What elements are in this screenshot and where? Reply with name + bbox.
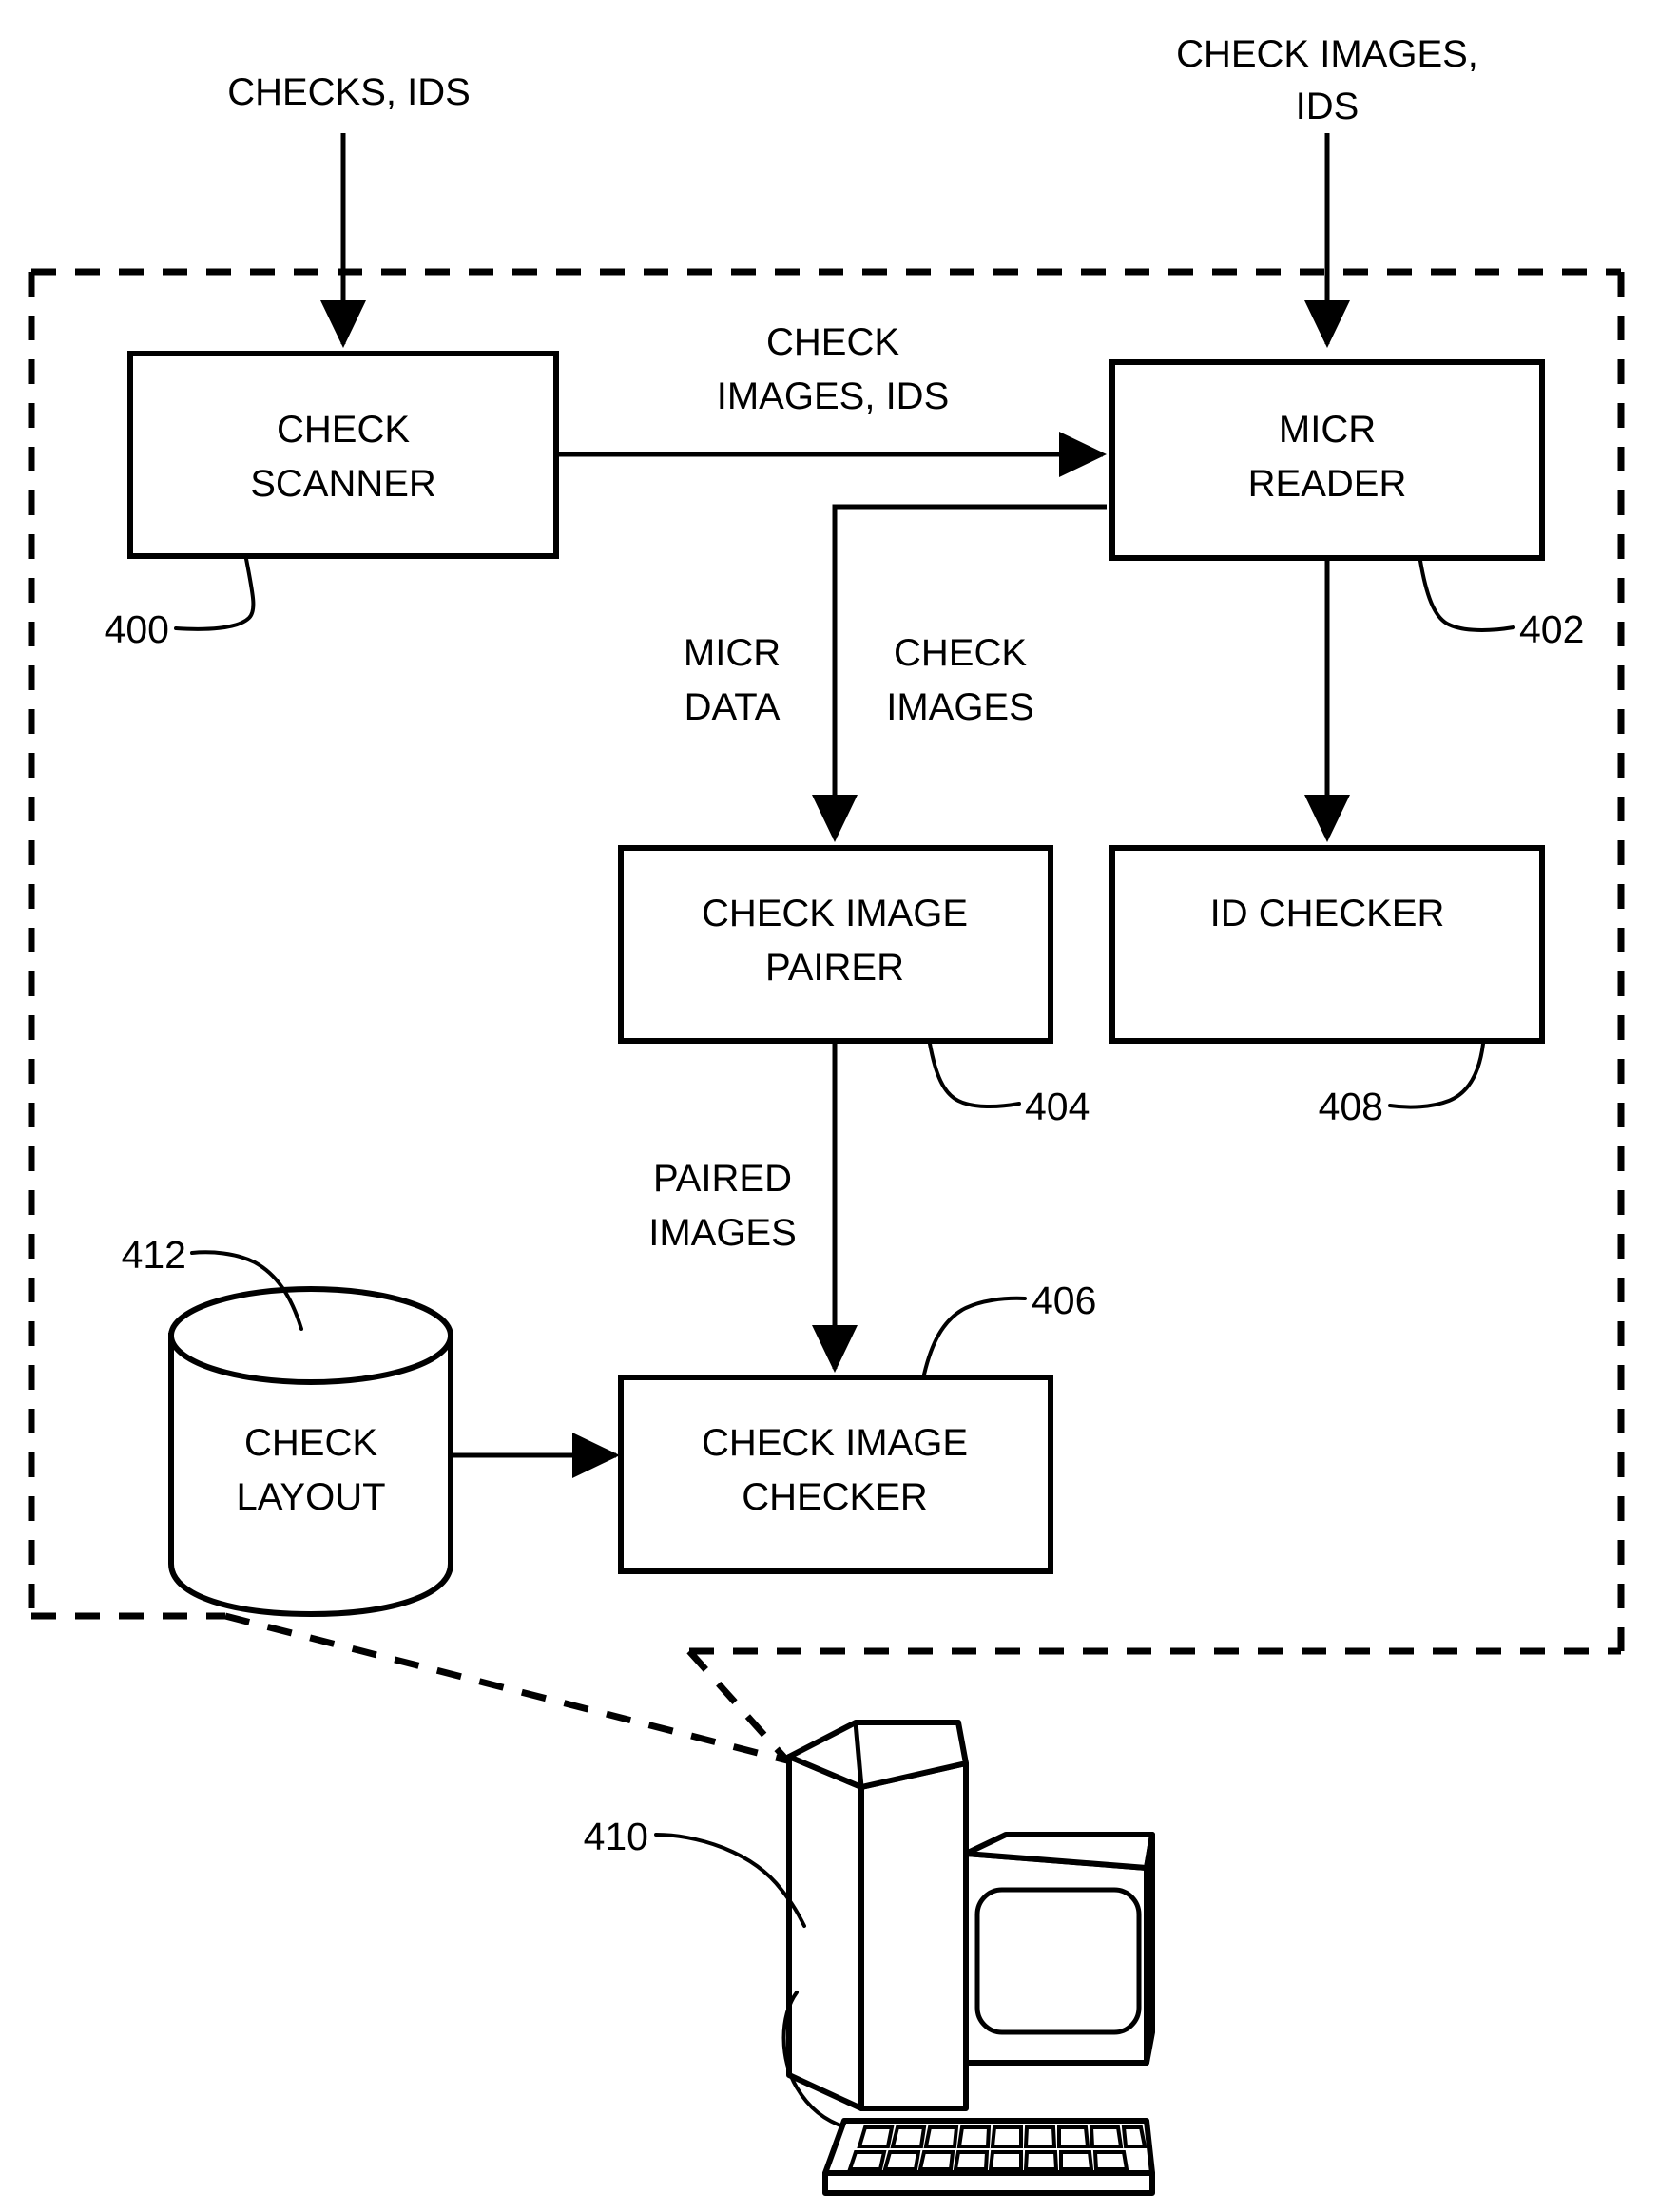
check-layout-label-line1: CHECK xyxy=(244,1422,377,1464)
keyboard-keys-row-1 xyxy=(857,2125,1148,2148)
input-label-check-images-ids-line2: IDS xyxy=(1296,86,1360,127)
leader-curve-410 xyxy=(654,1833,806,1928)
flow-label-scanner-to-micr-line1: CHECK xyxy=(766,321,899,363)
micr-reader-label-line2: READER xyxy=(1248,463,1407,505)
boundary-leader-right xyxy=(686,1648,790,1763)
boundary-leader-left xyxy=(224,1612,788,1764)
micr-reader-box[interactable] xyxy=(1109,359,1545,561)
computer-tower-left-face xyxy=(786,1754,864,2111)
micr-reader-label-line1: MICR xyxy=(1279,409,1376,451)
diagram-canvas: CHECK SCANNER 400 MICR READER 402 CHECK … xyxy=(28,33,1625,2196)
datastore-check-layout[interactable]: CHECK LAYOUT xyxy=(168,1286,453,1618)
flow-label-check-images-line2: IMAGES xyxy=(886,686,1034,728)
reference-leader-408: 408 xyxy=(1319,1042,1485,1128)
check-scanner-label-line2: SCANNER xyxy=(250,463,436,505)
reference-numeral-402: 402 xyxy=(1519,607,1584,651)
block-check-scanner[interactable]: CHECK SCANNER xyxy=(127,351,559,559)
monitor-side-face xyxy=(1144,1832,1155,2066)
leader-curve-402 xyxy=(1418,559,1515,632)
flow-label-paired-images-line1: PAIRED xyxy=(653,1158,792,1200)
check-image-checker-box[interactable] xyxy=(618,1375,1053,1574)
check-scanner-box[interactable] xyxy=(127,351,559,559)
check-layout-cylinder-top xyxy=(168,1286,453,1385)
leader-curve-406 xyxy=(922,1296,1027,1376)
reference-leader-410: 410 xyxy=(584,1815,806,1928)
block-micr-reader[interactable]: MICR READER xyxy=(1109,359,1545,561)
leader-curve-404 xyxy=(928,1042,1021,1109)
flow-label-check-images-line1: CHECK xyxy=(894,632,1027,674)
reference-leader-402: 402 xyxy=(1418,559,1584,651)
input-label-check-images-ids-line1: CHECK IMAGES, xyxy=(1176,33,1478,75)
figure-root: CHECK SCANNER 400 MICR READER 402 CHECK … xyxy=(0,0,1659,2212)
check-scanner-label-line1: CHECK xyxy=(277,409,410,451)
id-checker-label-line1: ID CHECKER xyxy=(1210,893,1445,934)
leader-curve-400 xyxy=(174,557,256,631)
check-image-checker-label-line1: CHECK IMAGE xyxy=(702,1422,968,1464)
block-check-image-checker[interactable]: CHECK IMAGE CHECKER xyxy=(618,1375,1053,1574)
block-id-checker[interactable]: ID CHECKER xyxy=(1109,845,1545,1044)
id-checker-box[interactable] xyxy=(1109,845,1545,1044)
check-image-checker-label-line2: CHECKER xyxy=(742,1476,928,1518)
computer-workstation[interactable] xyxy=(781,1720,1155,2196)
flow-label-micr-data-line1: MICR xyxy=(684,632,781,674)
keyboard-front-edge xyxy=(822,2170,1155,2196)
reference-numeral-406: 406 xyxy=(1032,1279,1096,1322)
computer-tower-front-face xyxy=(858,1760,969,2111)
reference-numeral-412: 412 xyxy=(122,1233,186,1277)
check-image-pairer-box[interactable] xyxy=(618,845,1053,1044)
monitor-screen xyxy=(974,1887,1142,2035)
block-check-image-pairer[interactable]: CHECK IMAGE PAIRER xyxy=(618,845,1053,1044)
flow-label-scanner-to-micr-line2: IMAGES, IDS xyxy=(717,375,950,417)
reference-leader-400: 400 xyxy=(105,557,256,651)
reference-numeral-410: 410 xyxy=(584,1815,648,1858)
check-layout-label-line2: LAYOUT xyxy=(236,1476,385,1518)
check-image-pairer-label-line2: PAIRER xyxy=(765,947,904,989)
check-image-pairer-label-line1: CHECK IMAGE xyxy=(702,893,968,934)
reference-numeral-408: 408 xyxy=(1319,1085,1383,1128)
flow-label-micr-data-line2: DATA xyxy=(685,686,781,728)
reference-numeral-404: 404 xyxy=(1025,1085,1090,1128)
reference-leader-404: 404 xyxy=(928,1042,1090,1128)
input-label-checks-ids: CHECKS, IDS xyxy=(227,71,471,113)
flow-label-paired-images-line2: IMAGES xyxy=(648,1212,797,1254)
reference-numeral-400: 400 xyxy=(105,607,169,651)
leader-curve-408 xyxy=(1388,1042,1485,1109)
reference-leader-406: 406 xyxy=(922,1279,1096,1376)
